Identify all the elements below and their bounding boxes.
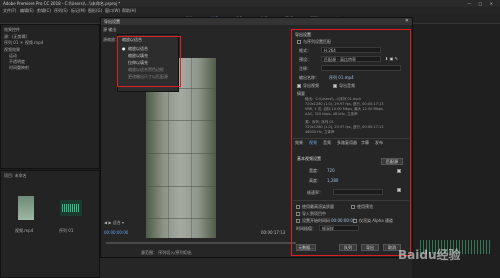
highlight-box-dropdown xyxy=(117,36,181,87)
scrub-bar[interactable] xyxy=(106,242,296,244)
tab-audio[interactable]: 音频 xyxy=(323,140,331,146)
timecode-current[interactable]: 00:00:00:00 xyxy=(104,230,128,235)
watermark: Baidu经验 xyxy=(398,248,461,262)
sequence-thumbnail[interactable] xyxy=(60,200,82,216)
source-output-tabs[interactable]: 源 输出 xyxy=(103,27,116,33)
export-settings-dialog: 导出设置 ✕ 源 输出 源缩放： 缩放以适合 ● 缩放以适合 缩放以填充 拉伸以… xyxy=(100,17,413,258)
match-sequence-label: 与序列设置匹配 xyxy=(303,39,331,44)
metadata-button[interactable]: 元数据... xyxy=(296,244,316,251)
match-source-button[interactable]: 匹配源 xyxy=(381,158,403,165)
comment-input[interactable] xyxy=(321,65,401,71)
effect-time-remap[interactable]: 时间重映射 xyxy=(9,65,29,71)
basic-video-settings-label[interactable]: 基本视频设置 xyxy=(297,156,321,162)
use-previews-checkbox[interactable] xyxy=(351,205,355,209)
start-timecode-label: 设置开始时间码 xyxy=(302,218,330,223)
frame-rate-label: 帧速率： xyxy=(307,190,323,195)
dialog-title-bar: 导出设置 ✕ xyxy=(101,18,412,25)
interpolation-label: 时间插值： xyxy=(296,226,316,231)
project-tab[interactable]: 项目: 未命名 xyxy=(4,173,27,179)
video-clip-thumbnail[interactable] xyxy=(18,196,34,220)
import-project-label: 导入到项目中 xyxy=(302,211,326,216)
export-video-checkbox[interactable] xyxy=(297,84,301,88)
height-label: 高度： xyxy=(309,178,321,183)
export-section-title: 导出设置 xyxy=(295,32,311,37)
format-select[interactable]: H.264 xyxy=(321,47,381,53)
match-sequence-checkbox[interactable] xyxy=(297,40,301,44)
sequence-line: 序列 01 ＊ 视频.mp4 xyxy=(4,40,44,45)
playback-controls[interactable]: ◀ ▶ 适合 ▾ xyxy=(104,220,124,226)
queue-button[interactable]: 队列 xyxy=(339,244,357,251)
output-name-link[interactable]: 序列 01.mp4 xyxy=(329,75,354,81)
tab-effects[interactable]: 效果 xyxy=(295,140,303,146)
tab-captions[interactable]: 字幕 xyxy=(361,140,369,146)
start-timecode-checkbox[interactable] xyxy=(296,219,300,223)
width-value[interactable]: 720 xyxy=(327,168,335,173)
height-checkbox[interactable] xyxy=(397,188,401,192)
start-timecode-value[interactable]: 00:00:00:00 xyxy=(331,218,355,223)
dialog-title: 导出设置 xyxy=(104,19,120,24)
tab-publish[interactable]: 发布 xyxy=(375,140,383,146)
menu-bar: 文件(F) 编辑(E) 剪辑(C) 序列(S) 标记(M) 图形(G) 窗口(W… xyxy=(0,7,500,14)
preset-action-icons[interactable]: ⬇ ▣ ✎ xyxy=(385,56,398,61)
export-button[interactable]: 导出 xyxy=(361,244,379,251)
tab-multiplexer[interactable]: 多路复用器 xyxy=(337,140,357,146)
import-project-checkbox[interactable] xyxy=(296,212,300,216)
preset-label: 预设： xyxy=(299,57,311,62)
max-render-checkbox[interactable] xyxy=(296,205,300,209)
close-icon[interactable]: ✕ xyxy=(405,18,409,24)
window-controls[interactable]: — □ ✕ xyxy=(467,1,496,6)
export-video-label: 导出视频 xyxy=(303,83,319,88)
comment-label: 注释： xyxy=(299,66,311,71)
max-render-label: 使用最高渲染质量 xyxy=(302,204,334,209)
height-value[interactable]: 1,280 xyxy=(327,178,338,183)
export-audio-checkbox[interactable] xyxy=(333,84,337,88)
source-range-label: 源范围： xyxy=(141,250,157,255)
project-panel: 项目: 未命名 视频.mp4 序列 01 xyxy=(0,170,100,278)
alpha-only-checkbox[interactable] xyxy=(353,219,357,223)
effect-controls-tab[interactable]: 效果控件 xyxy=(4,27,20,33)
project-item-video[interactable]: 视频.mp4 xyxy=(15,228,33,234)
width-label: 宽度： xyxy=(309,168,321,173)
summary-label: 摘要 xyxy=(297,91,305,96)
alpha-only-label: 仅渲染 Alpha 通道 xyxy=(359,218,393,223)
interpolation-select[interactable]: 帧采样 xyxy=(319,225,359,231)
timecode-duration: 00:00:17:13 xyxy=(261,230,286,235)
export-audio-label: 导出音频 xyxy=(339,83,355,88)
frame-rate-select[interactable] xyxy=(333,189,383,195)
preset-select[interactable]: 匹配源 - 高比特率 xyxy=(321,56,381,62)
tab-video[interactable]: 视频 xyxy=(309,140,317,146)
audio-waveform-icon xyxy=(62,204,80,212)
source-range-value[interactable]: 序列切入/序列切出 xyxy=(158,250,191,255)
effect-controls-panel: 效果控件 源：(无剪辑) 序列 01 ＊ 视频.mp4 视频效果 运动 不透明度… xyxy=(0,24,100,169)
title-bar: Adobe Premiere Pro CC 2018 - C:\\Users\\… xyxy=(0,0,500,7)
project-item-sequence[interactable]: 序列 01 xyxy=(59,228,73,234)
width-checkbox[interactable] xyxy=(397,169,401,173)
source-range[interactable]: 源范围： 序列切入/序列切出 xyxy=(141,250,192,256)
format-label: 格式： xyxy=(299,48,311,53)
output-name-label: 输出名称： xyxy=(299,75,319,80)
use-previews-label: 使用预览 xyxy=(357,204,373,209)
